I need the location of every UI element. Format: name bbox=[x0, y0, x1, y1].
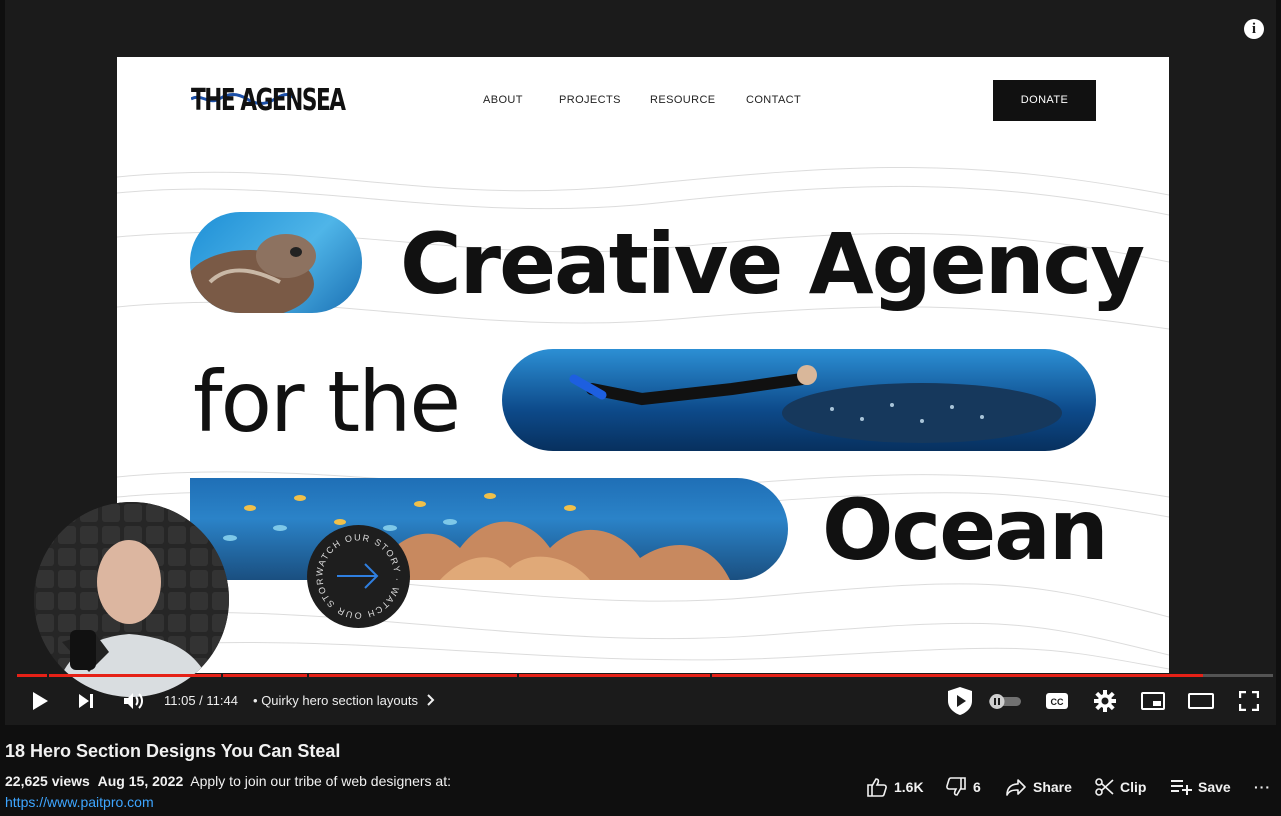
save-label: Save bbox=[1198, 779, 1231, 795]
like-button[interactable]: 1.6K bbox=[866, 776, 924, 798]
settings-button[interactable] bbox=[1091, 686, 1119, 716]
thumbs-down-icon bbox=[946, 777, 966, 796]
chapter-marker bbox=[221, 674, 223, 677]
chapter-marker bbox=[517, 674, 519, 677]
theater-mode-button[interactable] bbox=[1187, 686, 1215, 716]
next-button[interactable] bbox=[73, 686, 99, 716]
progress-bar[interactable] bbox=[17, 674, 1273, 677]
turtle-image bbox=[190, 212, 362, 313]
presenter-webcam bbox=[34, 502, 229, 697]
thumbs-up-icon bbox=[867, 778, 887, 797]
site-nav-contact: CONTACT bbox=[746, 94, 802, 106]
shield-play-icon bbox=[948, 687, 972, 715]
volume-button[interactable] bbox=[119, 686, 147, 716]
volume-icon bbox=[124, 693, 143, 709]
next-icon bbox=[79, 694, 93, 708]
site-nav-projects: PROJECTS bbox=[559, 94, 621, 106]
headline-line-2: for the bbox=[193, 353, 461, 451]
description-text: Apply to join our tribe of web designers… bbox=[190, 773, 451, 789]
chevron-right-icon bbox=[426, 694, 435, 706]
more-icon: ··· bbox=[1254, 779, 1271, 795]
site-logo: THE AGENSEA bbox=[191, 83, 346, 118]
view-count: 22,625 views bbox=[5, 773, 90, 789]
play-button[interactable] bbox=[27, 686, 53, 716]
chapter-separator: • bbox=[253, 693, 258, 708]
fullscreen-icon bbox=[1239, 691, 1259, 711]
chapter-title[interactable]: • Quirky hero section layouts bbox=[253, 693, 436, 708]
play-icon bbox=[33, 692, 48, 710]
playlist-add-icon bbox=[1171, 780, 1192, 795]
site-donate-button: DONATE bbox=[993, 80, 1096, 121]
share-label: Share bbox=[1033, 779, 1072, 795]
captions-icon: CC bbox=[1046, 693, 1068, 709]
captions-button[interactable]: CC bbox=[1043, 686, 1071, 716]
share-button[interactable]: Share bbox=[1005, 776, 1072, 798]
sponsor-shield-button[interactable] bbox=[945, 686, 975, 716]
headline-line-1: Creative Agency bbox=[400, 215, 1145, 313]
share-icon bbox=[1006, 779, 1026, 796]
miniplayer-button[interactable] bbox=[1139, 686, 1167, 716]
video-frame: THE AGENSEA ABOUT PROJECTS RESOURCE CONT… bbox=[117, 57, 1169, 673]
autoplay-toggle-icon bbox=[989, 694, 1021, 709]
site-nav-about: ABOUT bbox=[483, 94, 523, 106]
chapter-marker bbox=[710, 674, 712, 677]
diver-whale-shark-image bbox=[502, 349, 1096, 451]
video-player[interactable]: i THE AGENSEA ABOUT PROJECTS RESOURCE CO… bbox=[5, 0, 1276, 725]
time-display: 11:05 / 11:44 bbox=[164, 693, 238, 708]
fullscreen-button[interactable] bbox=[1235, 686, 1263, 716]
site-nav-resource: RESOURCE bbox=[650, 94, 716, 106]
svg-text:WATCH OUR STORY · WATCH OUR ST: WATCH OUR STORY · WATCH OUR STORY · bbox=[307, 525, 403, 621]
save-button[interactable]: Save bbox=[1170, 776, 1231, 798]
chapter-marker bbox=[307, 674, 309, 677]
clip-button[interactable]: Clip bbox=[1094, 776, 1146, 798]
dislike-count: 6 bbox=[973, 779, 981, 795]
clip-label: Clip bbox=[1120, 779, 1147, 795]
theater-icon bbox=[1188, 693, 1214, 709]
captions-text: CC bbox=[1051, 697, 1064, 707]
upload-date: Aug 15, 2022 bbox=[97, 773, 184, 789]
coral-reef-image bbox=[190, 478, 788, 580]
headline-line-3: Ocean bbox=[822, 481, 1109, 579]
chapter-title-text: Quirky hero section layouts bbox=[261, 693, 418, 708]
like-count: 1.6K bbox=[894, 779, 924, 795]
more-actions-button[interactable]: ··· bbox=[1254, 776, 1271, 798]
gear-icon bbox=[1094, 690, 1116, 712]
info-icon[interactable]: i bbox=[1244, 19, 1264, 39]
miniplayer-icon bbox=[1141, 692, 1165, 710]
watch-our-story-button: WATCH OUR STORY · WATCH OUR STORY · bbox=[303, 517, 410, 628]
description-link[interactable]: https://www.paitpro.com bbox=[5, 794, 154, 810]
chapter-marker bbox=[47, 674, 49, 677]
video-meta[interactable]: 22,625 views Aug 15, 2022 Apply to join … bbox=[5, 773, 451, 789]
progress-played bbox=[17, 674, 1203, 677]
video-title: 18 Hero Section Designs You Can Steal bbox=[5, 741, 341, 761]
autoplay-toggle[interactable] bbox=[988, 686, 1022, 716]
dislike-button[interactable]: 6 bbox=[945, 776, 981, 798]
scissors-icon bbox=[1095, 778, 1114, 796]
watch-badge-text: WATCH OUR STORY · WATCH OUR STORY · bbox=[303, 517, 401, 621]
